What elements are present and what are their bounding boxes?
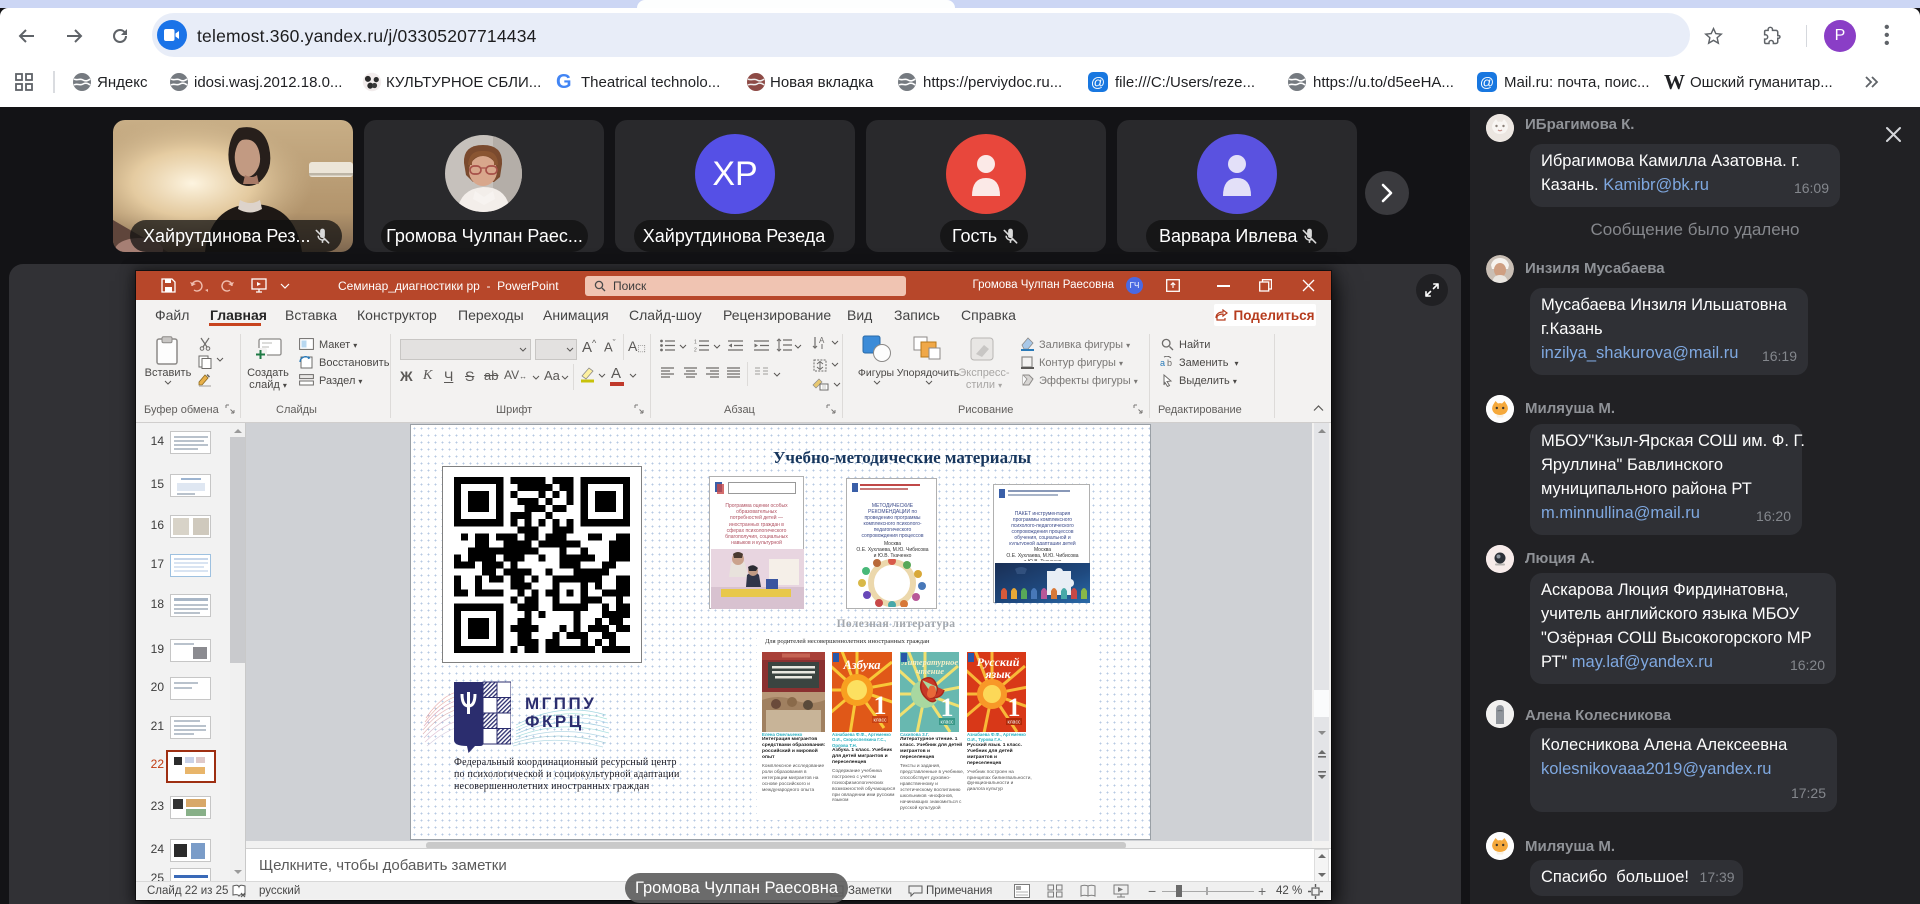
svg-text:1: 1 (941, 693, 954, 722)
svg-text:A: A (819, 336, 825, 345)
svg-text:1: 1 (874, 691, 887, 720)
svg-text:класс: класс (1008, 720, 1021, 726)
svg-text:Азбука: Азбука (842, 658, 880, 672)
svg-text:2: 2 (694, 348, 697, 353)
svg-text:a: a (1160, 358, 1165, 368)
svg-text:чтение: чтение (916, 666, 944, 676)
svg-text:класс: класс (874, 718, 887, 724)
svg-text:язык: язык (984, 667, 1011, 681)
svg-text:b: b (1167, 358, 1172, 368)
svg-text:класс: класс (941, 720, 954, 726)
svg-text:1: 1 (694, 340, 697, 346)
svg-text:1: 1 (1008, 693, 1021, 722)
